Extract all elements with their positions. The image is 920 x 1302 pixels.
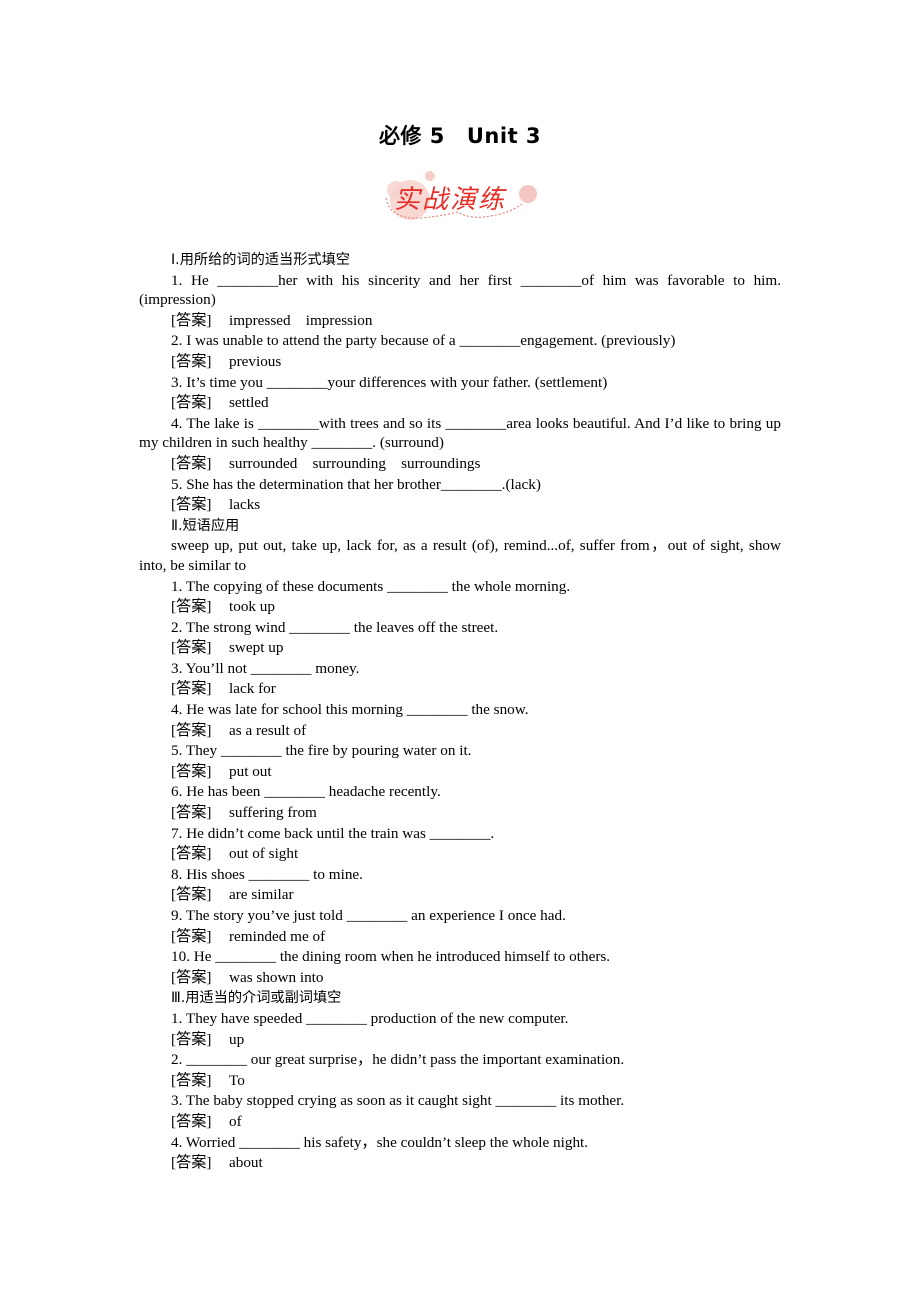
answer-label: [答案]	[171, 1154, 212, 1172]
answer-text: out of sight	[229, 845, 299, 863]
answer-text: suffering from	[229, 804, 317, 822]
answer-text: settled	[229, 394, 269, 412]
answer-label: [答案]	[171, 886, 212, 904]
question: 1. They have speeded ________ production…	[171, 1009, 569, 1027]
page-title: 必修 5 Unit 3	[0, 120, 920, 150]
question: 7. He didn’t come back until the train w…	[171, 824, 495, 842]
question: 4. He was late for school this morning _…	[171, 701, 529, 719]
answer-text: lacks	[229, 496, 261, 514]
answer-label: [答案]	[171, 845, 212, 863]
answer-label: [答案]	[171, 968, 212, 986]
answer-label: [答案]	[171, 927, 212, 945]
answer-text: about	[229, 1154, 263, 1172]
question: 3. It’s time you ________your difference…	[171, 373, 608, 391]
phrase-bank: sweep up, put out, take up, lack for, as…	[139, 537, 781, 574]
answer-text: took up	[229, 598, 275, 616]
answer-text: To	[229, 1071, 245, 1089]
exercise-content: Ⅰ.用所给的词的适当形式填空 1. He ________her with hi…	[139, 250, 781, 1174]
answer-label: [答案]	[171, 598, 212, 616]
answer-label: [答案]	[171, 352, 212, 370]
practice-banner: 实战演练	[385, 171, 537, 220]
answer-row: [答案] up	[139, 1030, 781, 1051]
answer-row: [答案] suffering from	[139, 803, 781, 824]
answer-text: of	[229, 1112, 242, 1130]
question: 10. He ________ the dining room when he …	[171, 948, 611, 966]
answer-row: [答案] swept up	[139, 638, 781, 659]
answer-label: [答案]	[171, 394, 212, 412]
question: 6. He has been ________ headache recentl…	[171, 783, 441, 801]
answer-text: previous	[229, 352, 282, 370]
banner-bubble-icon	[519, 185, 537, 203]
answer-row: [答案] previous	[139, 352, 781, 373]
answer-row: [答案] took up	[139, 597, 781, 618]
answer-label: [答案]	[171, 762, 212, 780]
title-unit: Unit 3	[466, 124, 542, 148]
answer-text: surrounded surrounding surroundings	[229, 454, 481, 472]
answer-row: [答案] out of sight	[139, 844, 781, 865]
answer-row: [答案] reminded me of	[139, 927, 781, 948]
answer-row: [答案] put out	[139, 762, 781, 783]
answer-label: [答案]	[171, 496, 212, 514]
answer-row: [答案] lacks	[139, 495, 781, 516]
answer-text: put out	[229, 762, 272, 780]
question: 2. ________ our great surprise，he didn’t…	[171, 1051, 625, 1069]
banner-text: 实战演练	[394, 185, 507, 215]
question: 2. The strong wind ________ the leaves o…	[171, 618, 499, 636]
answer-text: was shown into	[229, 968, 324, 986]
answer-text: impressed impression	[229, 311, 373, 329]
answer-label: [答案]	[171, 804, 212, 822]
answer-label: [答案]	[171, 1112, 212, 1130]
answer-row: [答案] To	[139, 1071, 781, 1092]
question: 1. He ________her with his sincerity and…	[139, 271, 781, 309]
answer-row: [答案] lack for	[139, 679, 781, 700]
question: 1. The copying of these documents ______…	[171, 577, 571, 595]
answer-label: [答案]	[171, 1030, 212, 1048]
question: 5. They ________ the fire by pouring wat…	[171, 742, 472, 760]
question: 5. She has the determination that her br…	[171, 475, 541, 493]
answer-row: [答案] are similar	[139, 885, 781, 906]
answer-label: [答案]	[171, 639, 212, 657]
answer-label: [答案]	[171, 454, 212, 472]
answer-row: [答案] was shown into	[139, 968, 781, 989]
question: 3. You’ll not ________ money.	[171, 659, 360, 677]
answer-row: [答案] as a result of	[139, 721, 781, 742]
question: 4. Worried ________ his safety，she could…	[171, 1133, 589, 1151]
answer-row: [答案] about	[139, 1153, 781, 1174]
answer-label: [答案]	[171, 311, 212, 329]
answer-text: swept up	[229, 639, 284, 657]
answer-row: [答案] surrounded surrounding surroundings	[139, 454, 781, 475]
question: 3. The baby stopped crying as soon as it…	[171, 1092, 625, 1110]
answer-text: lack for	[229, 680, 276, 698]
question: 2. I was unable to attend the party beca…	[171, 332, 676, 350]
title-course: 必修 5	[378, 124, 445, 148]
answer-label: [答案]	[171, 1071, 212, 1089]
answer-row: [答案] of	[139, 1112, 781, 1133]
question: 9. The story you’ve just told ________ a…	[171, 907, 566, 924]
banner-bubble-icon	[425, 171, 435, 181]
document-page: 必修 5 Unit 3 实战演练 Ⅰ.用所给的词的适当形式填空 1. He ___…	[0, 0, 920, 1302]
answer-label: [答案]	[171, 680, 212, 698]
answer-row: [答案] impressed impression	[139, 311, 781, 332]
answer-text: up	[229, 1030, 245, 1048]
section-heading: Ⅰ.用所给的词的适当形式填空	[171, 252, 350, 268]
answer-text: are similar	[229, 886, 294, 904]
answer-text: reminded me of	[229, 927, 326, 945]
answer-text: as a result of	[229, 721, 307, 739]
answer-label: [答案]	[171, 721, 212, 739]
section-heading: Ⅱ.短语应用	[171, 517, 240, 534]
question: 4. The lake is ________with trees and so…	[139, 414, 781, 452]
section-heading: Ⅲ.用适当的介词或副词填空	[171, 990, 342, 1007]
question: 8. His shoes ________ to mine.	[171, 865, 363, 883]
answer-row: [答案] settled	[139, 393, 781, 414]
